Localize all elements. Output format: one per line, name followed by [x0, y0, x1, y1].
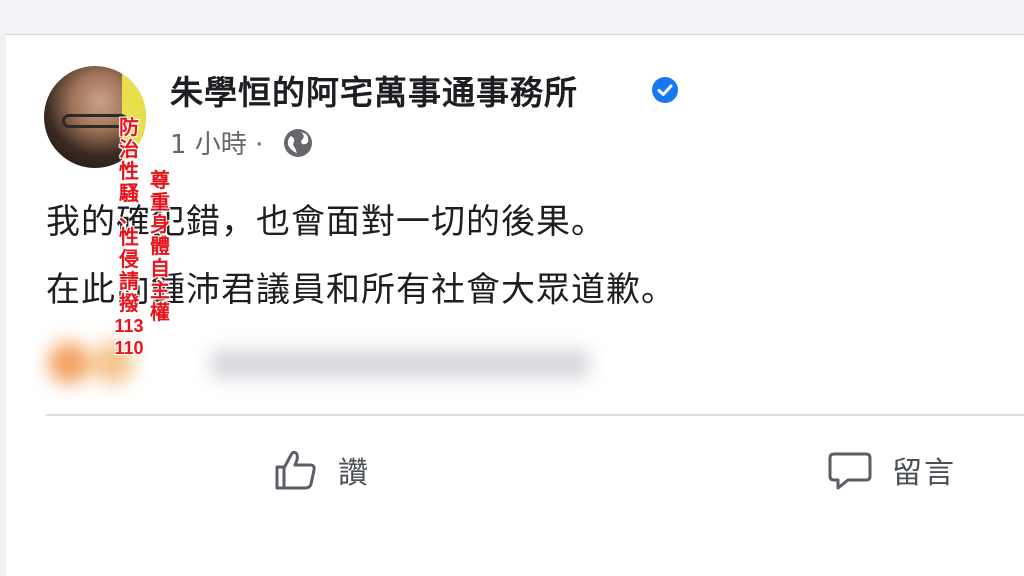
overlay-char: 騷: [119, 183, 139, 205]
thumbs-up-icon: [275, 450, 316, 490]
overlay-number: 110: [114, 338, 144, 358]
top-strip: [0, 0, 1024, 35]
overlay-char: 重: [150, 192, 170, 214]
bodily-autonomy-overlay-text: 尊 重 身 體 自 主 權: [145, 170, 175, 324]
left-edge: [0, 34, 6, 576]
like-label: 讚: [338, 456, 370, 491]
comment-bubble-icon: [828, 452, 872, 490]
blurred-reaction-icon: [48, 342, 90, 384]
like-button[interactable]: 讚: [272, 440, 370, 500]
hotline-overlay-text: 防 治 性 騷 、 性 侵 請 撥 113 110: [112, 117, 146, 359]
overlay-number: 113: [114, 316, 144, 336]
overlay-char: 主: [150, 280, 170, 302]
overlay-char: 權: [150, 302, 170, 324]
page-name[interactable]: 朱學恒的阿宅萬事通事務所: [170, 66, 578, 114]
overlay-char: 治: [119, 139, 139, 161]
overlay-char: 請: [119, 271, 139, 293]
overlay-char: 侵: [119, 249, 139, 271]
overlay-char: 尊: [150, 170, 170, 192]
globe-icon: [284, 129, 312, 157]
overlay-char: 、: [119, 205, 139, 227]
overlay-char: 身: [150, 214, 170, 236]
overlay-char: 體: [150, 236, 170, 258]
overlay-char: 撥: [119, 293, 139, 315]
overlay-char: 性: [119, 161, 139, 183]
overlay-char: 自: [150, 258, 170, 280]
overlay-char: 防: [119, 117, 139, 139]
blurred-reaction-text: [210, 350, 590, 378]
divider: [46, 414, 1024, 416]
overlay-char: 性: [119, 227, 139, 249]
comment-label: 留言: [892, 456, 956, 491]
verified-badge-icon: [652, 77, 678, 103]
comment-button[interactable]: 留言: [826, 440, 956, 500]
post-timestamp[interactable]: 1 小時 ·: [170, 124, 263, 161]
